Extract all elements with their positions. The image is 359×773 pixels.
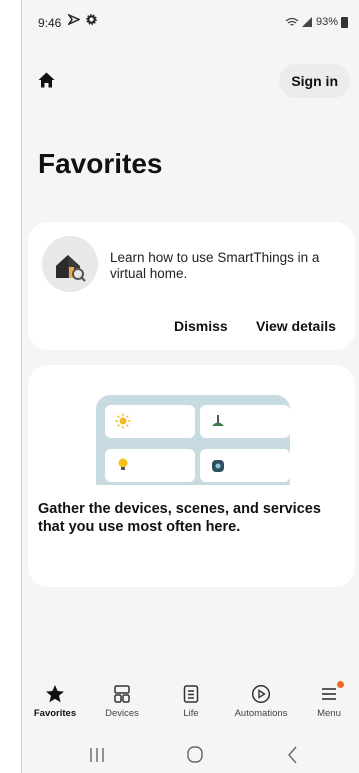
- lamp-icon: [212, 415, 224, 426]
- illustration-tile-light: [105, 405, 195, 438]
- illustration-tile-lamp: [200, 405, 290, 438]
- nav-favorites[interactable]: Favorites: [22, 684, 88, 719]
- status-notification-icons: [68, 14, 97, 25]
- empty-favorites-message: Gather the devices, scenes, and services…: [38, 501, 321, 535]
- lock-icon: [212, 460, 224, 472]
- virtual-home-icon: [42, 236, 98, 292]
- automations-icon: [251, 684, 271, 704]
- illustration-tile-bulb: [105, 449, 195, 482]
- signal-icon: [301, 17, 312, 27]
- favorites-illustration: [96, 395, 290, 485]
- nav-devices[interactable]: Devices: [89, 684, 155, 719]
- menu-icon: [322, 688, 336, 700]
- intro-card-text: Learn how to use SmartThings in a virtua…: [110, 250, 320, 281]
- nav-menu[interactable]: Menu: [296, 681, 359, 719]
- battery-icon: [341, 16, 348, 28]
- status-right-group: 93%: [285, 16, 348, 28]
- home-icon[interactable]: [38, 72, 55, 88]
- nav-devices-label: Devices: [105, 708, 139, 719]
- intro-card: Learn how to use SmartThings in a virtua…: [28, 222, 355, 350]
- devices-icon: [114, 685, 130, 703]
- bottom-nav: Favorites Devices Life Automations Menu: [22, 681, 359, 730]
- bulb-icon: [118, 458, 128, 470]
- recent-apps-icon[interactable]: [82, 744, 112, 766]
- back-icon[interactable]: [278, 744, 308, 766]
- app-screen: 9:46 93% Sign in Favorites Learn how to …: [21, 0, 359, 773]
- menu-notification-badge: [337, 681, 344, 688]
- nav-life[interactable]: Life: [158, 684, 224, 719]
- nav-automations[interactable]: Automations: [228, 684, 294, 719]
- nav-favorites-label: Favorites: [33, 708, 77, 719]
- settings-gear-icon: [86, 14, 97, 25]
- sun-icon: [115, 413, 131, 429]
- page-title: Favorites: [38, 148, 163, 179]
- media-share-icon: [68, 14, 80, 25]
- view-details-button[interactable]: View details: [256, 318, 336, 334]
- home-nav-icon[interactable]: [180, 744, 210, 766]
- dismiss-button[interactable]: Dismiss: [174, 318, 228, 334]
- battery-percent: 93%: [315, 16, 338, 28]
- nav-life-label: Life: [183, 708, 199, 719]
- life-icon: [183, 685, 199, 703]
- favorites-empty-card: Gather the devices, scenes, and services…: [28, 365, 355, 587]
- star-icon: [46, 685, 64, 703]
- sign-in-button[interactable]: Sign in: [279, 64, 350, 98]
- nav-automations-label: Automations: [234, 708, 288, 719]
- nav-menu-label: Menu: [317, 708, 341, 719]
- wifi-icon: [285, 17, 299, 26]
- illustration-tile-lock: [200, 449, 290, 482]
- status-time: 9:46: [38, 16, 62, 30]
- system-nav-bar: [22, 738, 359, 773]
